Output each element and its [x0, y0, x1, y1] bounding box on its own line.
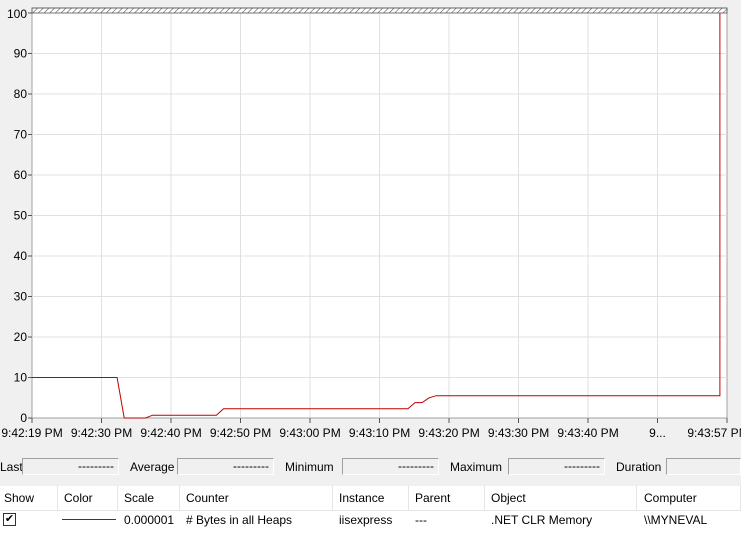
y-tick-label: 20 — [14, 330, 28, 344]
column-header-computer[interactable]: Computer — [640, 486, 741, 510]
average-label: Average — [130, 460, 175, 474]
y-tick-label: 30 — [14, 290, 28, 304]
last-label: Last — [0, 460, 23, 474]
graph-canvas[interactable]: 0 10 20 30 40 50 60 70 80 90 100 9:42:19 PM 9:42:30… — [0, 0, 741, 445]
x-tick-label: 9:42:40 PM — [140, 426, 201, 440]
column-header-object[interactable]: Object — [487, 486, 637, 510]
y-tick-label: 40 — [14, 249, 28, 263]
last-value-box: --------- — [22, 458, 119, 475]
x-tick-label: 9... — [649, 426, 666, 440]
y-tick-label: 100 — [7, 7, 27, 21]
computer-cell: \\MYNEVAL — [644, 513, 708, 527]
x-tick-label: 9:43:00 PM — [279, 426, 340, 440]
y-tick-label: 50 — [14, 209, 28, 223]
legend-header: Show Color Scale Counter Instance Parent… — [0, 486, 741, 511]
duration-value-box — [666, 458, 741, 475]
y-tick-label: 80 — [14, 87, 28, 101]
x-axis-labels: 9:42:19 PM 9:42:30 PM 9:42:40 PM 9:42:50 PM… — [1, 418, 741, 440]
instance-cell: iisexpress — [339, 513, 393, 527]
x-tick-label: 9:43:57 PM — [687, 426, 741, 440]
maximum-value-box: --------- — [508, 458, 605, 475]
statistics-bar: Last --------- Average --------- Minimum… — [0, 456, 741, 478]
y-tick-label: 70 — [14, 128, 28, 142]
x-tick-label: 9:42:50 PM — [210, 426, 271, 440]
minimum-label: Minimum — [285, 460, 334, 474]
y-tick-label: 0 — [20, 411, 27, 425]
y-tick-label: 10 — [14, 371, 28, 385]
maximum-label: Maximum — [450, 460, 503, 474]
minimum-value-box: --------- — [342, 458, 439, 475]
average-value-box: --------- — [177, 458, 274, 475]
y-tick-label: 60 — [14, 168, 28, 182]
x-tick-label: 9:43:10 PM — [349, 426, 410, 440]
column-header-parent[interactable]: Parent — [411, 486, 485, 510]
column-header-show[interactable]: Show — [0, 486, 58, 510]
show-checkbox[interactable]: ✔ — [3, 513, 16, 526]
duration-label: Duration — [616, 460, 662, 474]
x-tick-label: 9:43:30 PM — [488, 426, 549, 440]
x-tick-label: 9:42:30 PM — [71, 426, 132, 440]
column-header-counter[interactable]: Counter — [182, 486, 333, 510]
performance-graph[interactable]: 0 10 20 30 40 50 60 70 80 90 100 9:42:19 PM 9:42:30… — [0, 0, 741, 445]
column-header-color[interactable]: Color — [60, 486, 118, 510]
table-row[interactable]: ✔ 0.000001 # Bytes in all Heaps iisexpre… — [0, 510, 741, 530]
counter-legend-table[interactable]: Show Color Scale Counter Instance Parent… — [0, 486, 741, 543]
column-header-instance[interactable]: Instance — [335, 486, 409, 510]
y-tick-label: 90 — [14, 47, 28, 61]
scale-overflow-hatch — [31, 7, 728, 14]
y-axis-labels: 0 10 20 30 40 50 60 70 80 90 100 — [7, 7, 32, 425]
column-header-scale[interactable]: Scale — [120, 486, 180, 510]
x-tick-label: 9:42:19 PM — [1, 426, 62, 440]
counter-cell: # Bytes in all Heaps — [186, 513, 293, 527]
scale-cell: 0.000001 — [124, 513, 175, 527]
color-swatch — [62, 519, 116, 520]
parent-cell: --- — [415, 513, 427, 527]
object-cell: .NET CLR Memory — [491, 513, 593, 527]
x-tick-label: 9:43:20 PM — [418, 426, 479, 440]
x-tick-label: 9:43:40 PM — [557, 426, 618, 440]
